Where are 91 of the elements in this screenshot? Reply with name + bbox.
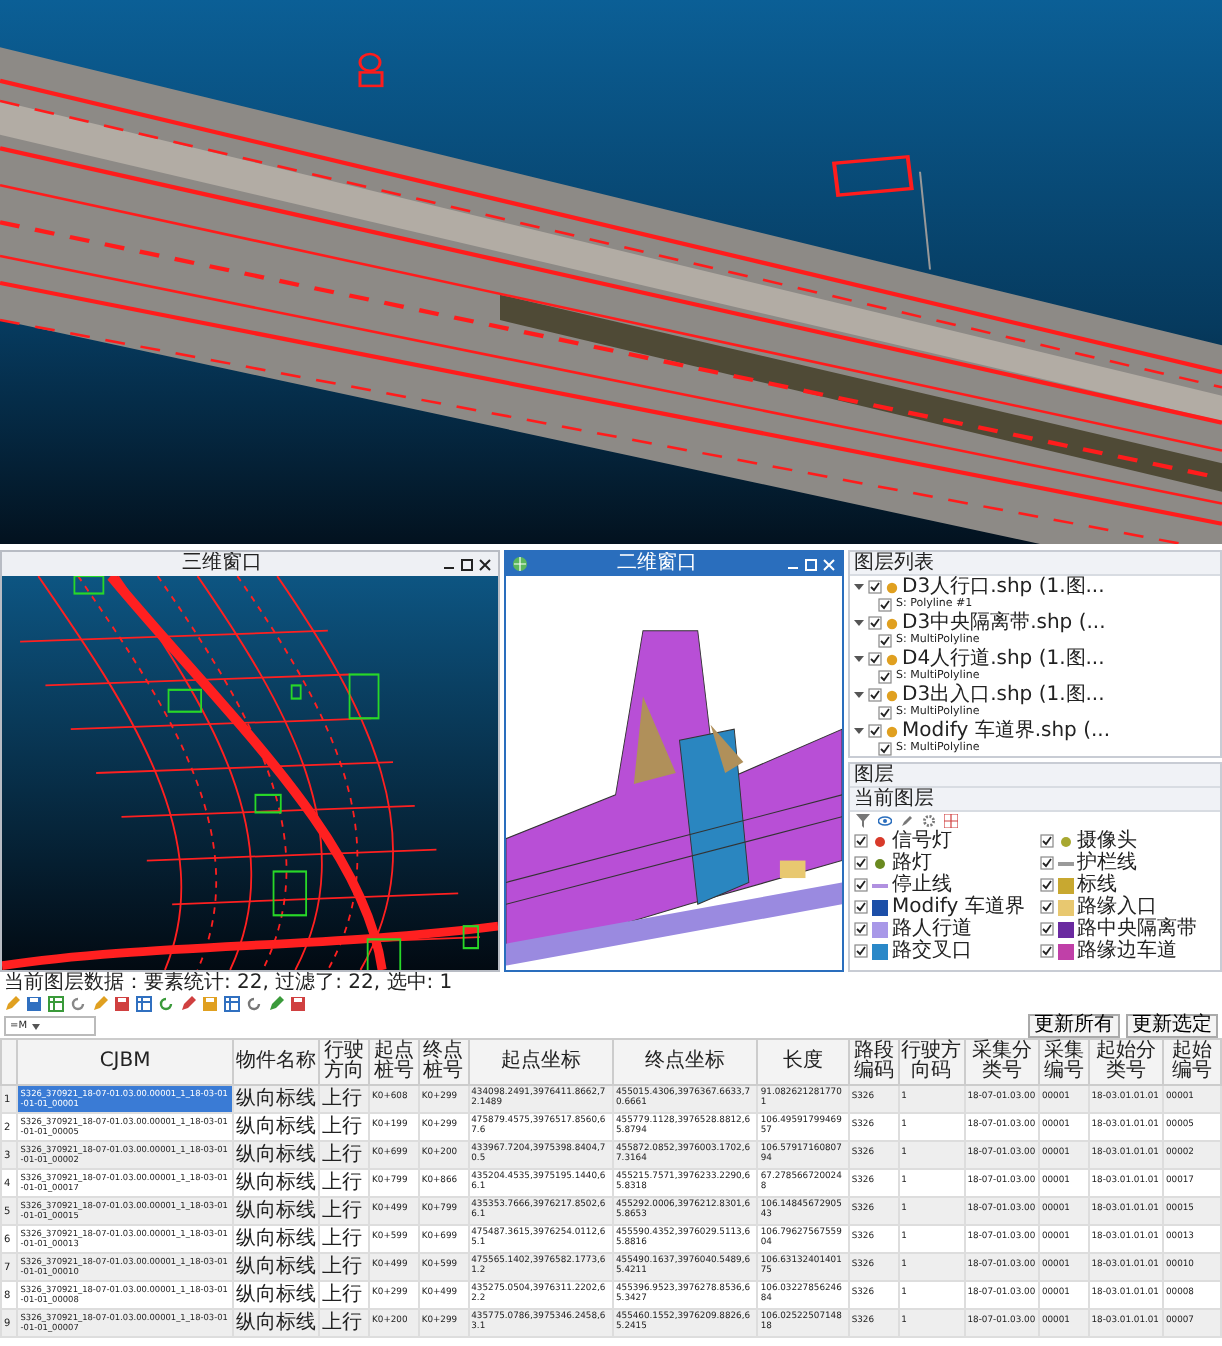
update-button[interactable]: 更新选定: [1126, 1014, 1218, 1038]
checkbox[interactable]: [868, 616, 882, 630]
layer-icon: [886, 581, 898, 593]
checkbox[interactable]: [854, 900, 868, 914]
table-cell: 纵向标线: [232, 1085, 320, 1113]
legend-label: 路缘边车道: [1077, 940, 1177, 962]
collapse-arrow-icon[interactable]: [854, 690, 864, 700]
legend-label: 路人行道: [892, 918, 972, 940]
table-cell: 纵向标线: [232, 1197, 320, 1225]
checkbox[interactable]: [1039, 900, 1053, 914]
collapse-arrow-icon[interactable]: [854, 618, 864, 628]
column-header[interactable]: 起点桩号: [369, 1039, 419, 1085]
column-header[interactable]: CJBM: [17, 1039, 233, 1085]
collapse-arrow-icon[interactable]: [854, 726, 864, 736]
panel-title: 当前图层: [850, 788, 1220, 812]
table-icon[interactable]: [136, 996, 152, 1012]
pencil-icon[interactable]: [268, 996, 284, 1012]
checkbox[interactable]: [854, 922, 868, 936]
legend-label: 护栏线: [1077, 852, 1137, 874]
checkbox[interactable]: [854, 856, 868, 870]
column-header[interactable]: 终点坐标: [613, 1039, 758, 1085]
layer-name[interactable]: D3出入口.shp (1.图...: [902, 684, 1105, 706]
checkbox[interactable]: [1039, 834, 1053, 848]
column-header[interactable]: 终点桩号: [418, 1039, 469, 1085]
column-header[interactable]: 行驶方向: [319, 1039, 370, 1085]
legend-label: 标线: [1077, 874, 1117, 896]
checkbox[interactable]: [878, 742, 892, 756]
table-icon[interactable]: [48, 996, 64, 1012]
checkbox[interactable]: [854, 878, 868, 892]
column-header[interactable]: 起始编号: [1162, 1039, 1221, 1085]
layer-name[interactable]: D3人行口.shp (1.图...: [902, 576, 1105, 598]
grid-icon[interactable]: [944, 814, 958, 828]
checkbox[interactable]: [854, 834, 868, 848]
legend-label: 信号灯: [892, 830, 952, 852]
layer-icon: [886, 653, 898, 665]
close-icon[interactable]: [478, 557, 492, 571]
column-header[interactable]: 长度: [757, 1039, 849, 1085]
checkbox[interactable]: [1039, 944, 1053, 958]
column-header[interactable]: 起始分类号: [1088, 1039, 1163, 1085]
refresh-icon[interactable]: [70, 996, 86, 1012]
checkbox[interactable]: [878, 670, 892, 684]
pencil-icon[interactable]: [180, 996, 196, 1012]
legend-label: 停止线: [892, 874, 952, 896]
checkbox[interactable]: [878, 598, 892, 612]
corner-cell: [1, 1039, 18, 1085]
legend-label: 路交叉口: [892, 940, 972, 962]
checkbox[interactable]: [868, 652, 882, 666]
table-cell: 纵向标线: [232, 1309, 320, 1337]
table-icon[interactable]: [224, 996, 240, 1012]
table-cell: 纵向标线: [232, 1253, 320, 1281]
refresh-icon[interactable]: [246, 996, 262, 1012]
legend-label: 路中央隔离带: [1077, 918, 1197, 940]
panel-tab[interactable]: 图层: [854, 764, 894, 786]
caret-icon: [31, 1023, 40, 1029]
column-header[interactable]: 起点坐标: [468, 1039, 613, 1085]
collapse-arrow-icon[interactable]: [854, 654, 864, 664]
column-header[interactable]: 路段编码: [848, 1039, 899, 1085]
layer-icon: [886, 725, 898, 737]
eye-icon[interactable]: [878, 814, 892, 828]
checkbox[interactable]: [868, 580, 882, 594]
checkbox[interactable]: [878, 634, 892, 648]
checkbox[interactable]: [1039, 922, 1053, 936]
layer-name[interactable]: D4人行道.shp (1.图...: [902, 648, 1105, 670]
legend-label: 摄像头: [1077, 830, 1137, 852]
checkbox[interactable]: [1039, 856, 1053, 870]
panel-title: 图层列表: [850, 552, 1220, 576]
collapse-arrow-icon[interactable]: [854, 582, 864, 592]
checkbox[interactable]: [868, 688, 882, 702]
checkbox[interactable]: [868, 724, 882, 738]
layer-name[interactable]: Modify 车道界.shp (...: [902, 720, 1111, 742]
checkbox[interactable]: [854, 944, 868, 958]
column-header[interactable]: 物件名称: [232, 1039, 320, 1085]
save-icon[interactable]: [114, 996, 130, 1012]
layer-icon: [886, 689, 898, 701]
save-icon[interactable]: [290, 996, 306, 1012]
globe-icon: [512, 556, 528, 572]
checkbox[interactable]: [878, 706, 892, 720]
layer-name[interactable]: D3中央隔离带.shp (...: [902, 612, 1106, 634]
column-header[interactable]: 采集编号: [1038, 1039, 1089, 1085]
refresh-icon[interactable]: [158, 996, 174, 1012]
column-header[interactable]: 行驶方向码: [898, 1039, 965, 1085]
legend-label: 路缘入口: [1077, 896, 1157, 918]
table-cell: 纵向标线: [232, 1141, 320, 1169]
layer-icon: [886, 617, 898, 629]
legend-label: Modify 车道界: [892, 896, 1025, 918]
legend-label: 路灯: [892, 852, 932, 874]
checkbox[interactable]: [1039, 878, 1053, 892]
save-icon[interactable]: [26, 996, 42, 1012]
maximize-icon[interactable]: [460, 557, 474, 571]
update-button[interactable]: 更新所有: [1028, 1014, 1120, 1038]
column-header[interactable]: 采集分类号: [964, 1039, 1039, 1085]
